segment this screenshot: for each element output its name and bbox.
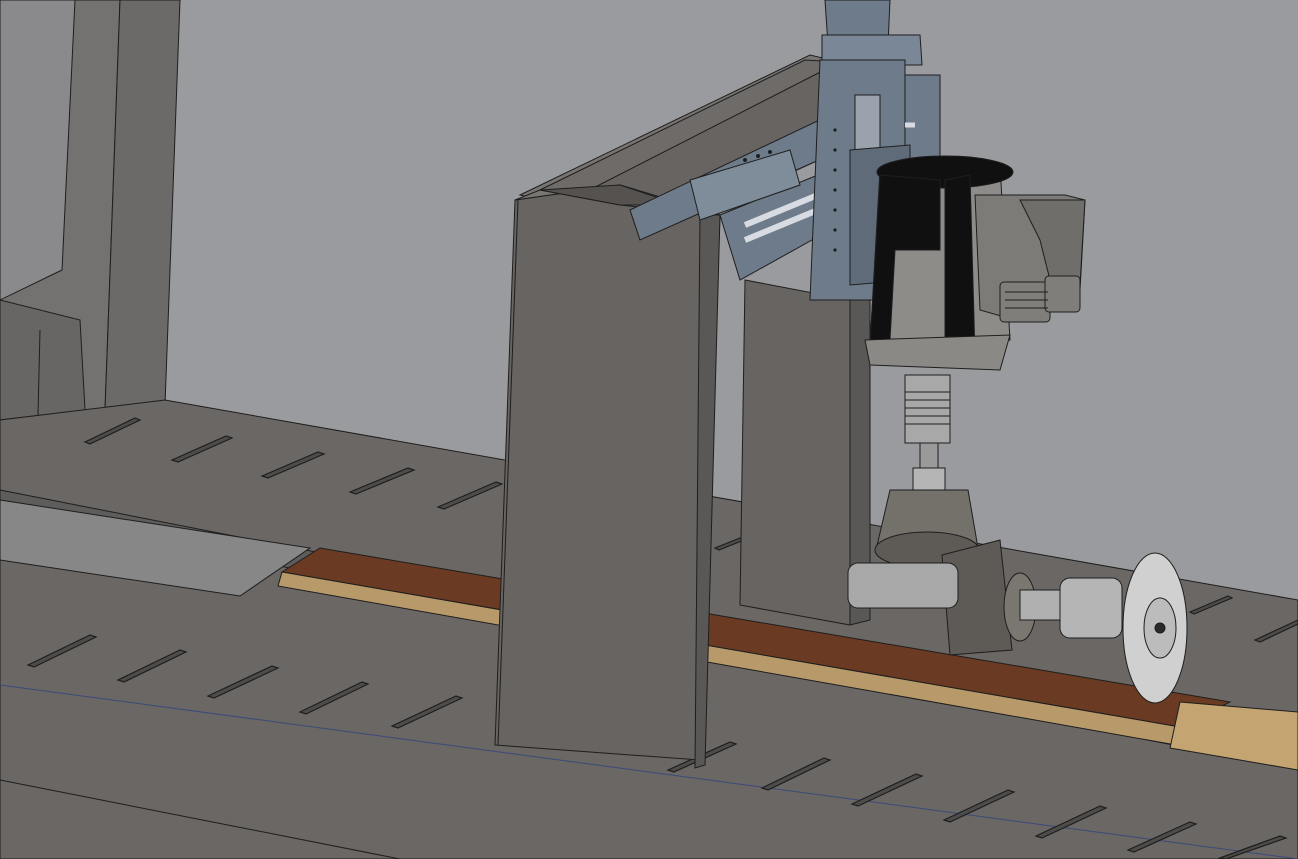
gantry-frame: [494, 184, 721, 769]
cad-viewport[interactable]: [0, 0, 1298, 859]
scene-drawing: [0, 0, 1298, 859]
left-frame: [0, 0, 181, 426]
cutting-disc: [1122, 552, 1188, 704]
